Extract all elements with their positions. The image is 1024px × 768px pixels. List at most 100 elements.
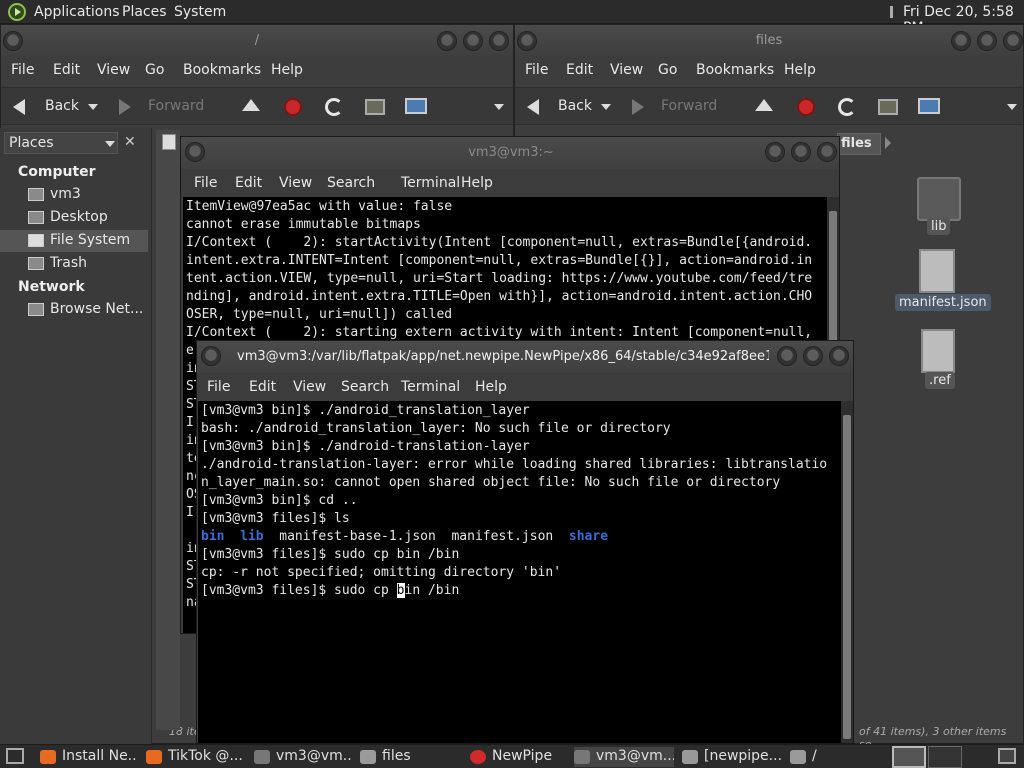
stop-icon[interactable] — [284, 98, 302, 116]
up-arrow-icon[interactable] — [242, 99, 260, 111]
menu-file[interactable]: File — [207, 379, 230, 395]
maximize-button[interactable] — [463, 31, 483, 51]
menu-file[interactable]: File — [525, 62, 548, 78]
toolbar-overflow-icon[interactable] — [494, 104, 504, 110]
home-icon[interactable] — [878, 99, 898, 115]
sidebar-item-trash[interactable]: Trash — [0, 253, 148, 275]
minimize-button[interactable] — [777, 346, 797, 366]
back-button[interactable]: Back — [558, 98, 592, 114]
show-desktop-icon[interactable] — [6, 748, 24, 764]
back-history-caret-icon[interactable] — [601, 104, 611, 110]
menu-view[interactable]: View — [97, 62, 130, 78]
menu-help[interactable]: Help — [475, 379, 507, 395]
minimize-button[interactable] — [951, 31, 971, 51]
window-titlebar[interactable]: files — [515, 25, 1023, 57]
menu-help[interactable]: Help — [461, 175, 493, 191]
path-forward-icon[interactable] — [885, 137, 891, 149]
edit-location-icon[interactable] — [162, 134, 176, 150]
menu-file[interactable]: File — [11, 62, 34, 78]
window-menu-button[interactable] — [201, 346, 221, 366]
computer-icon[interactable] — [918, 98, 940, 114]
scrollbar[interactable] — [841, 401, 853, 743]
chevron-down-icon[interactable] — [105, 141, 115, 147]
taskbar-item[interactable]: [newpipe.... — [682, 747, 782, 767]
back-arrow-icon[interactable] — [527, 99, 539, 115]
file-icon[interactable] — [921, 329, 955, 373]
sidebar-item-desktop[interactable]: Desktop — [0, 207, 148, 229]
system-menu[interactable]: System — [174, 4, 226, 20]
applications-menu[interactable]: Applications — [34, 4, 120, 20]
close-icon[interactable]: ✕ — [124, 134, 136, 150]
computer-icon[interactable] — [405, 98, 427, 114]
file-label[interactable]: lib — [927, 218, 951, 235]
maximize-button[interactable] — [977, 31, 997, 51]
menu-view[interactable]: View — [610, 62, 643, 78]
up-arrow-icon[interactable] — [755, 99, 773, 111]
file-label[interactable]: manifest.json — [895, 294, 991, 311]
forward-button[interactable]: Forward — [661, 98, 717, 114]
maximize-button[interactable] — [791, 142, 811, 162]
minimize-button[interactable] — [765, 142, 785, 162]
menu-terminal[interactable]: Terminal — [401, 175, 460, 191]
json-file-icon[interactable] — [919, 249, 955, 293]
folder-icon[interactable] — [917, 177, 961, 221]
close-button[interactable] — [489, 31, 509, 51]
places-menu[interactable]: Places — [122, 4, 167, 20]
window-titlebar[interactable]: vm3@vm3:/var/lib/flatpak/app/net.newpipe… — [197, 341, 853, 373]
back-button[interactable]: Back — [45, 98, 79, 114]
taskbar-item[interactable]: TikTok @... — [146, 747, 246, 767]
sidebar-selector[interactable]: Places — [4, 132, 118, 154]
prompt-text: [vm3@vm3 files]$ sudo cp — [201, 583, 397, 598]
path-bar-button[interactable]: files — [837, 133, 881, 155]
menu-help[interactable]: Help — [271, 62, 303, 78]
scrollbar-thumb[interactable] — [843, 415, 851, 739]
menu-bookmarks[interactable]: Bookmarks — [183, 62, 261, 78]
menu-search[interactable]: Search — [341, 379, 389, 395]
reload-icon[interactable] — [838, 98, 856, 116]
sidebar-item-browse-network[interactable]: Browse Net... — [0, 299, 148, 321]
menu-go[interactable]: Go — [145, 62, 164, 78]
sidebar-item-filesystem[interactable]: File System — [0, 230, 148, 252]
distro-logo-icon[interactable] — [8, 3, 26, 21]
menu-edit[interactable]: Edit — [566, 62, 593, 78]
terminal-line: [vm3@vm3 bin]$ ./android-translation-lay… — [201, 439, 530, 454]
taskbar-item[interactable]: / — [790, 747, 882, 767]
menu-view[interactable]: View — [279, 175, 312, 191]
close-button[interactable] — [817, 142, 837, 162]
window-titlebar[interactable]: / — [1, 25, 513, 57]
taskbar-item[interactable]: Install Ne... — [40, 747, 138, 767]
toolbar-overflow-icon[interactable] — [1007, 104, 1017, 110]
menu-edit[interactable]: Edit — [235, 175, 262, 191]
minimize-button[interactable] — [437, 31, 457, 51]
window-titlebar[interactable]: vm3@vm3:~ — [181, 137, 839, 169]
maximize-button[interactable] — [803, 346, 823, 366]
menu-go[interactable]: Go — [658, 62, 677, 78]
forward-button[interactable]: Forward — [148, 98, 204, 114]
back-arrow-icon[interactable] — [13, 99, 25, 115]
taskbar-item-active[interactable]: vm3@vm... — [574, 747, 674, 767]
stop-icon[interactable] — [797, 98, 815, 116]
terminal-output[interactable]: [vm3@vm3 bin]$ ./android_translation_lay… — [198, 401, 841, 743]
workspace-switcher-1[interactable] — [892, 746, 926, 768]
menu-search[interactable]: Search — [327, 175, 375, 191]
firefox-icon — [40, 750, 56, 764]
taskbar-item[interactable]: vm3@vm... — [254, 747, 352, 767]
back-history-caret-icon[interactable] — [88, 104, 98, 110]
close-button[interactable] — [829, 346, 849, 366]
close-button[interactable] — [1003, 31, 1023, 51]
home-icon[interactable] — [365, 99, 385, 115]
taskbar-item[interactable]: files — [360, 747, 460, 767]
menu-edit[interactable]: Edit — [249, 379, 276, 395]
menu-bookmarks[interactable]: Bookmarks — [696, 62, 774, 78]
file-label[interactable]: .ref — [925, 372, 955, 389]
menu-help[interactable]: Help — [784, 62, 816, 78]
menu-file[interactable]: File — [194, 175, 217, 191]
reload-icon[interactable] — [325, 98, 343, 116]
taskbar-item[interactable]: NewPipe — [470, 747, 568, 767]
menu-view[interactable]: View — [293, 379, 326, 395]
trash-applet-icon[interactable] — [998, 748, 1016, 764]
menu-terminal[interactable]: Terminal — [401, 379, 460, 395]
workspace-switcher-2[interactable] — [928, 746, 962, 768]
sidebar-item-vm3[interactable]: vm3 — [0, 184, 148, 206]
menu-edit[interactable]: Edit — [53, 62, 80, 78]
